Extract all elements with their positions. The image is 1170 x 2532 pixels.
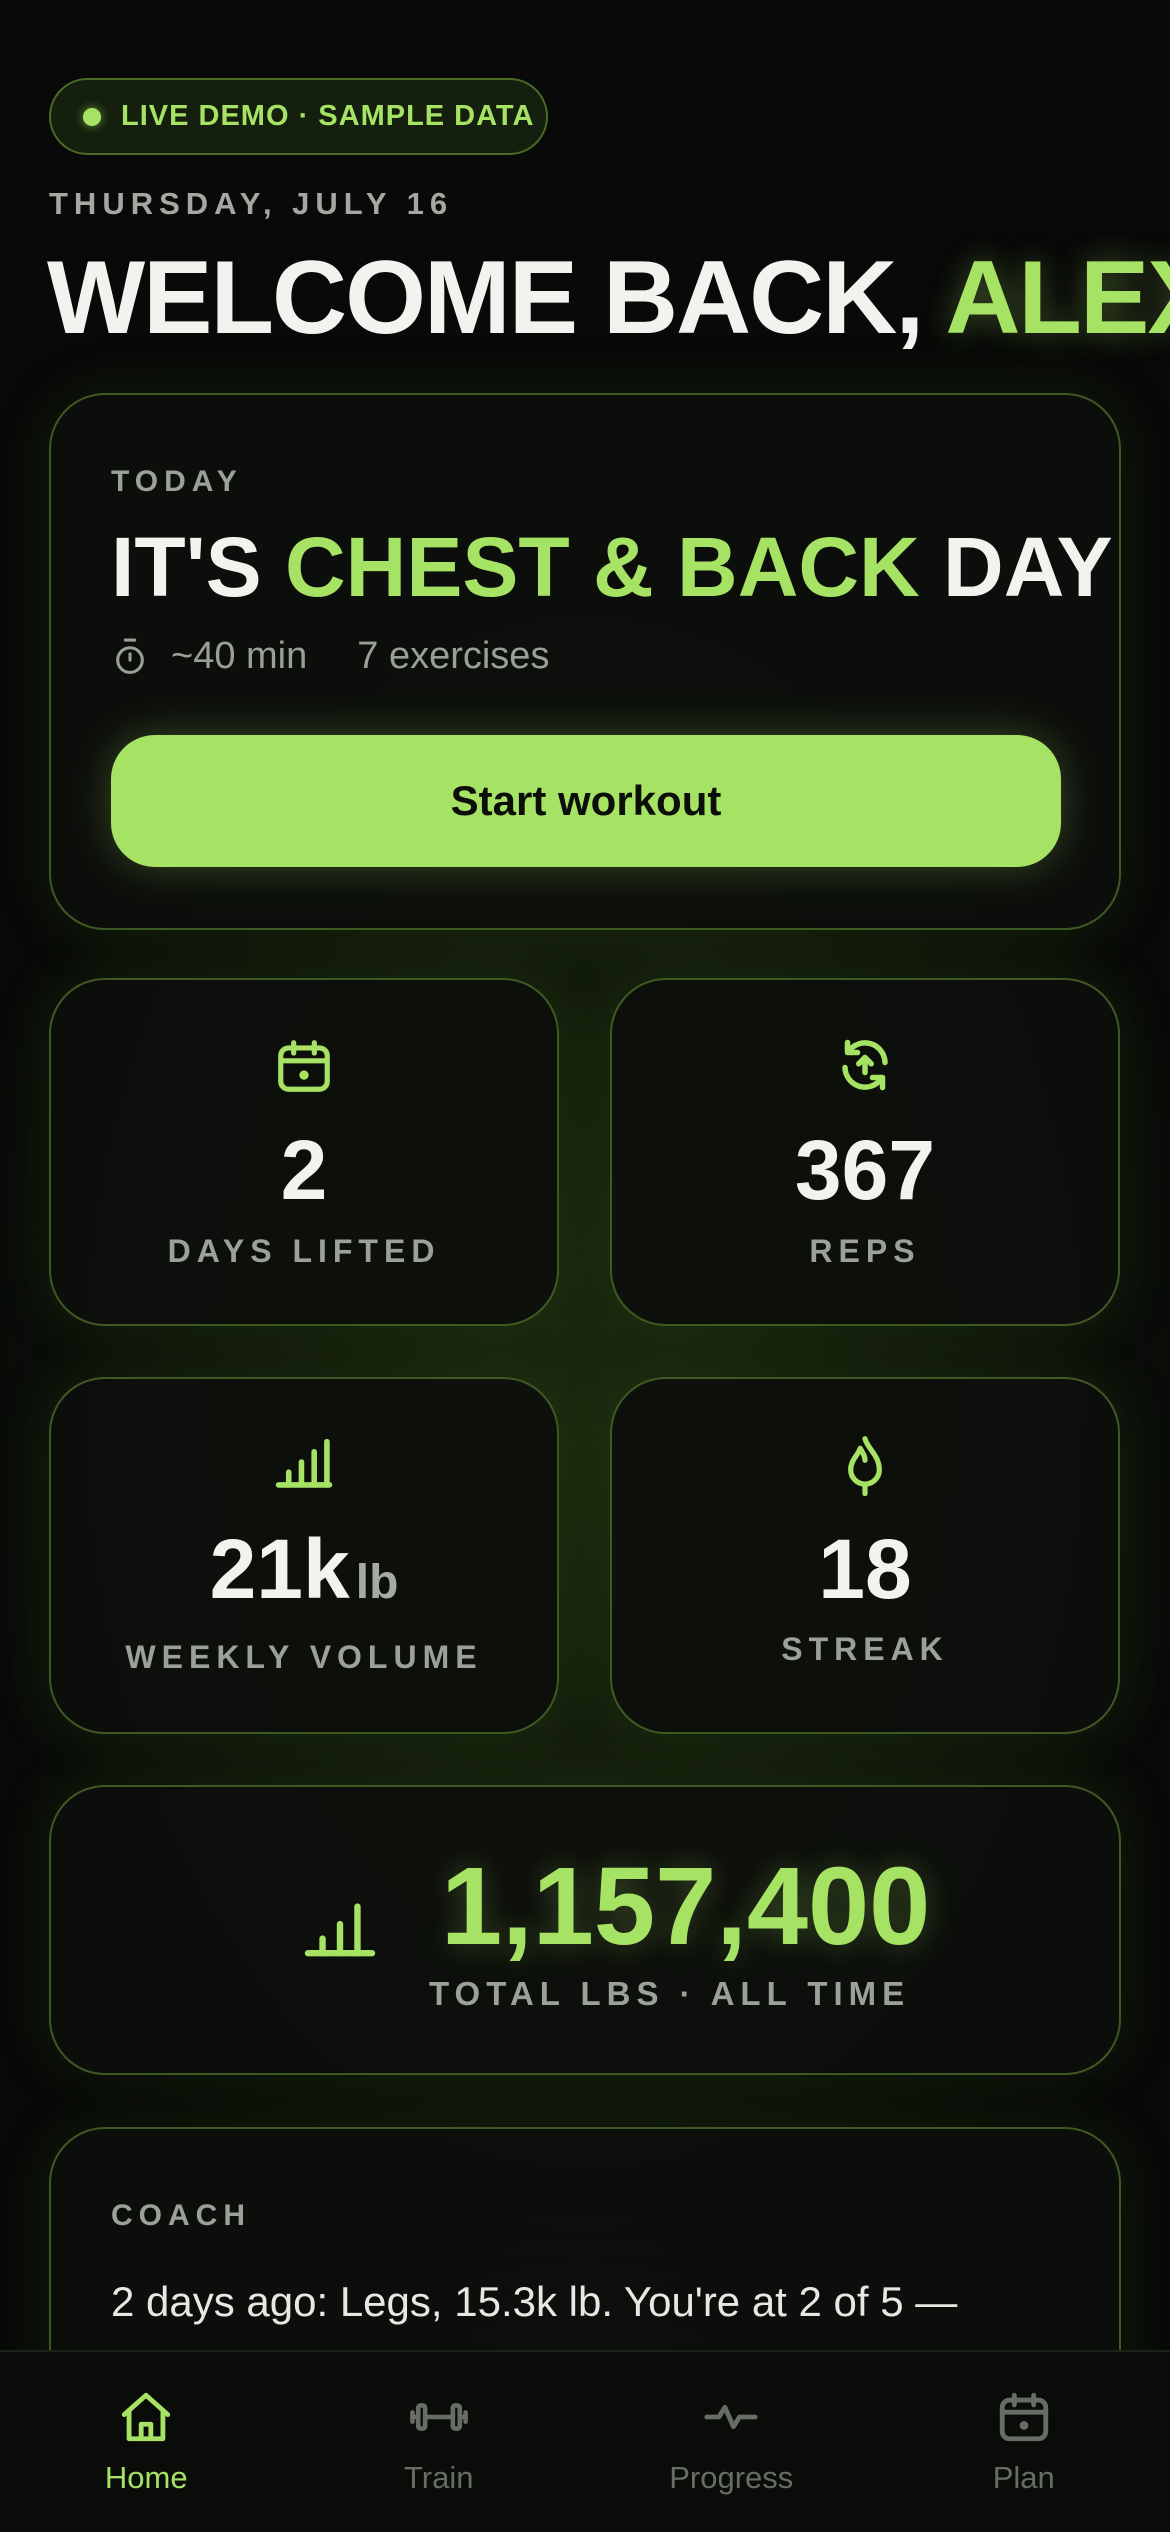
today-label: TODAY bbox=[111, 465, 243, 498]
workout-focus: CHEST & BACK bbox=[285, 520, 920, 614]
stat-card-streak: 18 STREAK bbox=[610, 1377, 1120, 1734]
weekly-volume-unit: lb bbox=[355, 1556, 399, 1609]
flame-icon bbox=[848, 1436, 882, 1496]
stat-card-weekly-volume: 21k lb WEEKLY VOLUME bbox=[49, 1377, 559, 1734]
weekly-volume-label: WEEKLY VOLUME bbox=[125, 1639, 483, 1675]
total-lifted-card: 1,157,400 TOTAL LBS · ALL TIME bbox=[49, 1785, 1121, 2075]
title-prefix: IT'S bbox=[111, 520, 285, 614]
tab-home-label: Home bbox=[104, 2460, 188, 2495]
total-lbs-value: 1,157,400 bbox=[441, 1845, 931, 1968]
tab-progress-label: Progress bbox=[669, 2460, 794, 2495]
refresh-icon bbox=[842, 1039, 888, 1091]
tab-home[interactable]: Home bbox=[0, 2352, 293, 2532]
exercise-count: 7 exercises bbox=[357, 635, 550, 677]
today-workout-card: TODAY IT'S CHEST & BACK DAY ~40 min 7 ex… bbox=[49, 393, 1121, 930]
title-suffix: DAY bbox=[919, 520, 1113, 614]
weekly-volume-value: 21k lb bbox=[51, 1519, 557, 1633]
start-workout-button[interactable]: Start workout bbox=[111, 735, 1061, 867]
coach-label: COACH bbox=[111, 2199, 251, 2232]
current-date: THURSDAY, JULY 16 bbox=[49, 186, 454, 221]
home-icon bbox=[122, 2392, 171, 2442]
live-demo-badge: LIVE DEMO · SAMPLE DATA bbox=[49, 78, 548, 155]
weekly-volume-number: 21k bbox=[209, 1522, 350, 1616]
tab-train[interactable]: Train bbox=[293, 2352, 586, 2532]
bottom-tab-bar: Home Train Progress Plan bbox=[0, 2350, 1170, 2532]
timer-icon bbox=[116, 638, 144, 674]
live-demo-label: LIVE DEMO · SAMPLE DATA bbox=[121, 100, 535, 132]
streak-value: 18 bbox=[818, 1522, 912, 1616]
dumbbell-icon bbox=[409, 2403, 468, 2431]
tab-plan[interactable]: Plan bbox=[878, 2352, 1170, 2532]
total-lbs-label: TOTAL LBS · ALL TIME bbox=[429, 1975, 911, 2012]
days-lifted-label: DAYS LIFTED bbox=[167, 1233, 441, 1269]
calendar-icon bbox=[999, 2392, 1048, 2442]
tab-plan-label: Plan bbox=[992, 2460, 1055, 2495]
tab-progress[interactable]: Progress bbox=[585, 2352, 878, 2532]
bar-chart-icon bbox=[304, 1903, 376, 1957]
welcome-prefix: WELCOME BACK, bbox=[47, 240, 946, 356]
workout-duration: ~40 min bbox=[171, 635, 308, 677]
tab-train-label: Train bbox=[404, 2460, 474, 2495]
home-screen: LIVE DEMO · SAMPLE DATA THURSDAY, JULY 1… bbox=[0, 0, 1170, 2532]
activity-icon bbox=[704, 2404, 758, 2430]
welcome-heading: WELCOME BACK, ALEX bbox=[47, 238, 1170, 358]
user-name: ALEX bbox=[945, 240, 1170, 356]
workout-meta: ~40 min 7 exercises bbox=[111, 635, 549, 678]
days-lifted-value: 2 bbox=[280, 1123, 328, 1217]
reps-label: REPS bbox=[809, 1233, 921, 1269]
live-indicator-dot bbox=[83, 107, 101, 126]
streak-label: STREAK bbox=[781, 1631, 949, 1667]
bar-chart-icon bbox=[275, 1438, 333, 1488]
calendar-icon bbox=[278, 1040, 330, 1092]
today-workout-title: IT'S CHEST & BACK DAY bbox=[111, 517, 1113, 617]
stat-card-reps: 367 REPS bbox=[610, 978, 1120, 1326]
coach-message: 2 days ago: Legs, 15.3k lb. You're at 2 … bbox=[111, 2278, 958, 2325]
reps-value: 367 bbox=[794, 1123, 936, 1217]
stat-card-days-lifted: 2 DAYS LIFTED bbox=[49, 978, 559, 1326]
